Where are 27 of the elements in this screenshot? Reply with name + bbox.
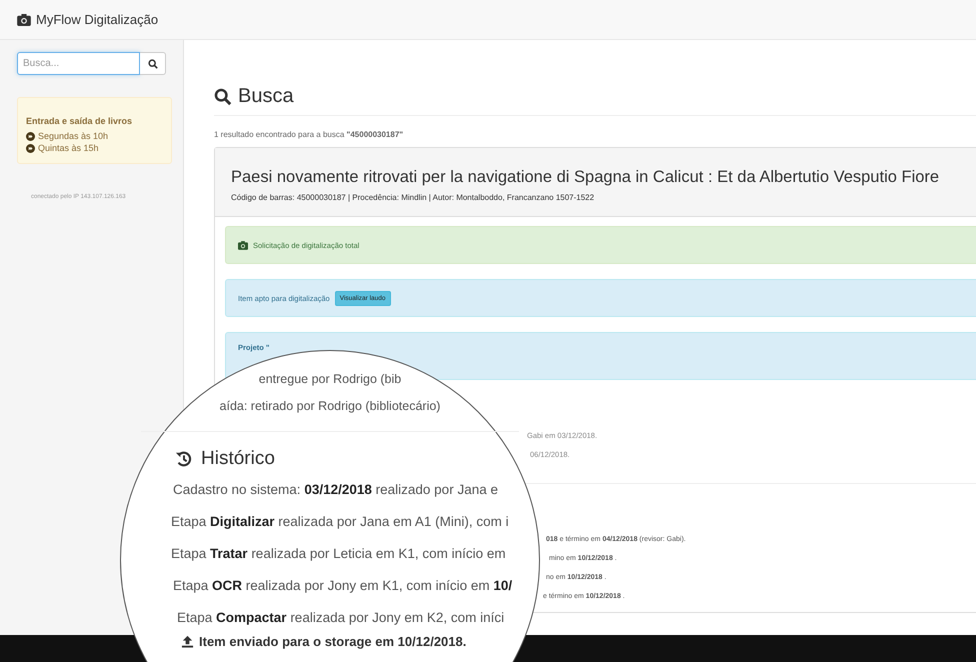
history-text: Etapa OCR realizada por Jony em K1, com início em 10/	[173, 578, 512, 593]
search-field[interactable]: Busca...	[17, 52, 140, 75]
upload-icon	[181, 635, 194, 648]
page-heading: Busca	[238, 85, 294, 108]
history-icon	[175, 450, 193, 468]
camera-icon	[238, 240, 248, 250]
history-text: Etapa Compactar realizada por Jony em K2, com iníci	[177, 610, 504, 625]
history-text: Cadastro no sistema: 03/12/2018 realizado por Jana e	[173, 482, 498, 497]
camera-icon	[17, 14, 31, 26]
result-count: 1 resultado encontrado para a busca "45000030187"	[214, 130, 404, 139]
arrow-circle-icon	[26, 144, 35, 152]
arrow-circle-icon	[26, 132, 35, 140]
search-icon	[214, 88, 232, 106]
record-title: Paesi novamente ritrovati per la navigatione di Spagna in Calicut : Et da Albertutio Vesputio Fiore	[231, 168, 940, 187]
search-icon	[148, 58, 158, 68]
schedule-item: Quintas às 15h	[38, 143, 99, 153]
history-text: Etapa Tratar realizada por Leticia em K1, com início em	[171, 546, 506, 561]
movement-text: entregue por Rodrigo (bib	[258, 372, 402, 386]
movement-text: aída: retirado por Rodrigo (bibliotecário)	[220, 399, 440, 413]
schedule-title: Entrada e saída de livros	[26, 116, 134, 126]
record-meta: Código de barras: 45000030187 | Procedência: Mindlin | Autor: Montalboddo, Francanzano 1507-1522	[231, 193, 596, 202]
brand-title[interactable]: MyFlow Digitalização	[36, 12, 158, 27]
schedule-item: Segundas às 10h	[38, 131, 108, 141]
history-text: Etapa Digitalizar realizada por Jana em A1 (Mini), com i	[171, 514, 509, 529]
upload-text: Item enviado para o storage em 10/12/2018.	[199, 634, 466, 649]
search-button[interactable]	[140, 52, 166, 75]
history-heading: Histórico	[201, 448, 275, 470]
